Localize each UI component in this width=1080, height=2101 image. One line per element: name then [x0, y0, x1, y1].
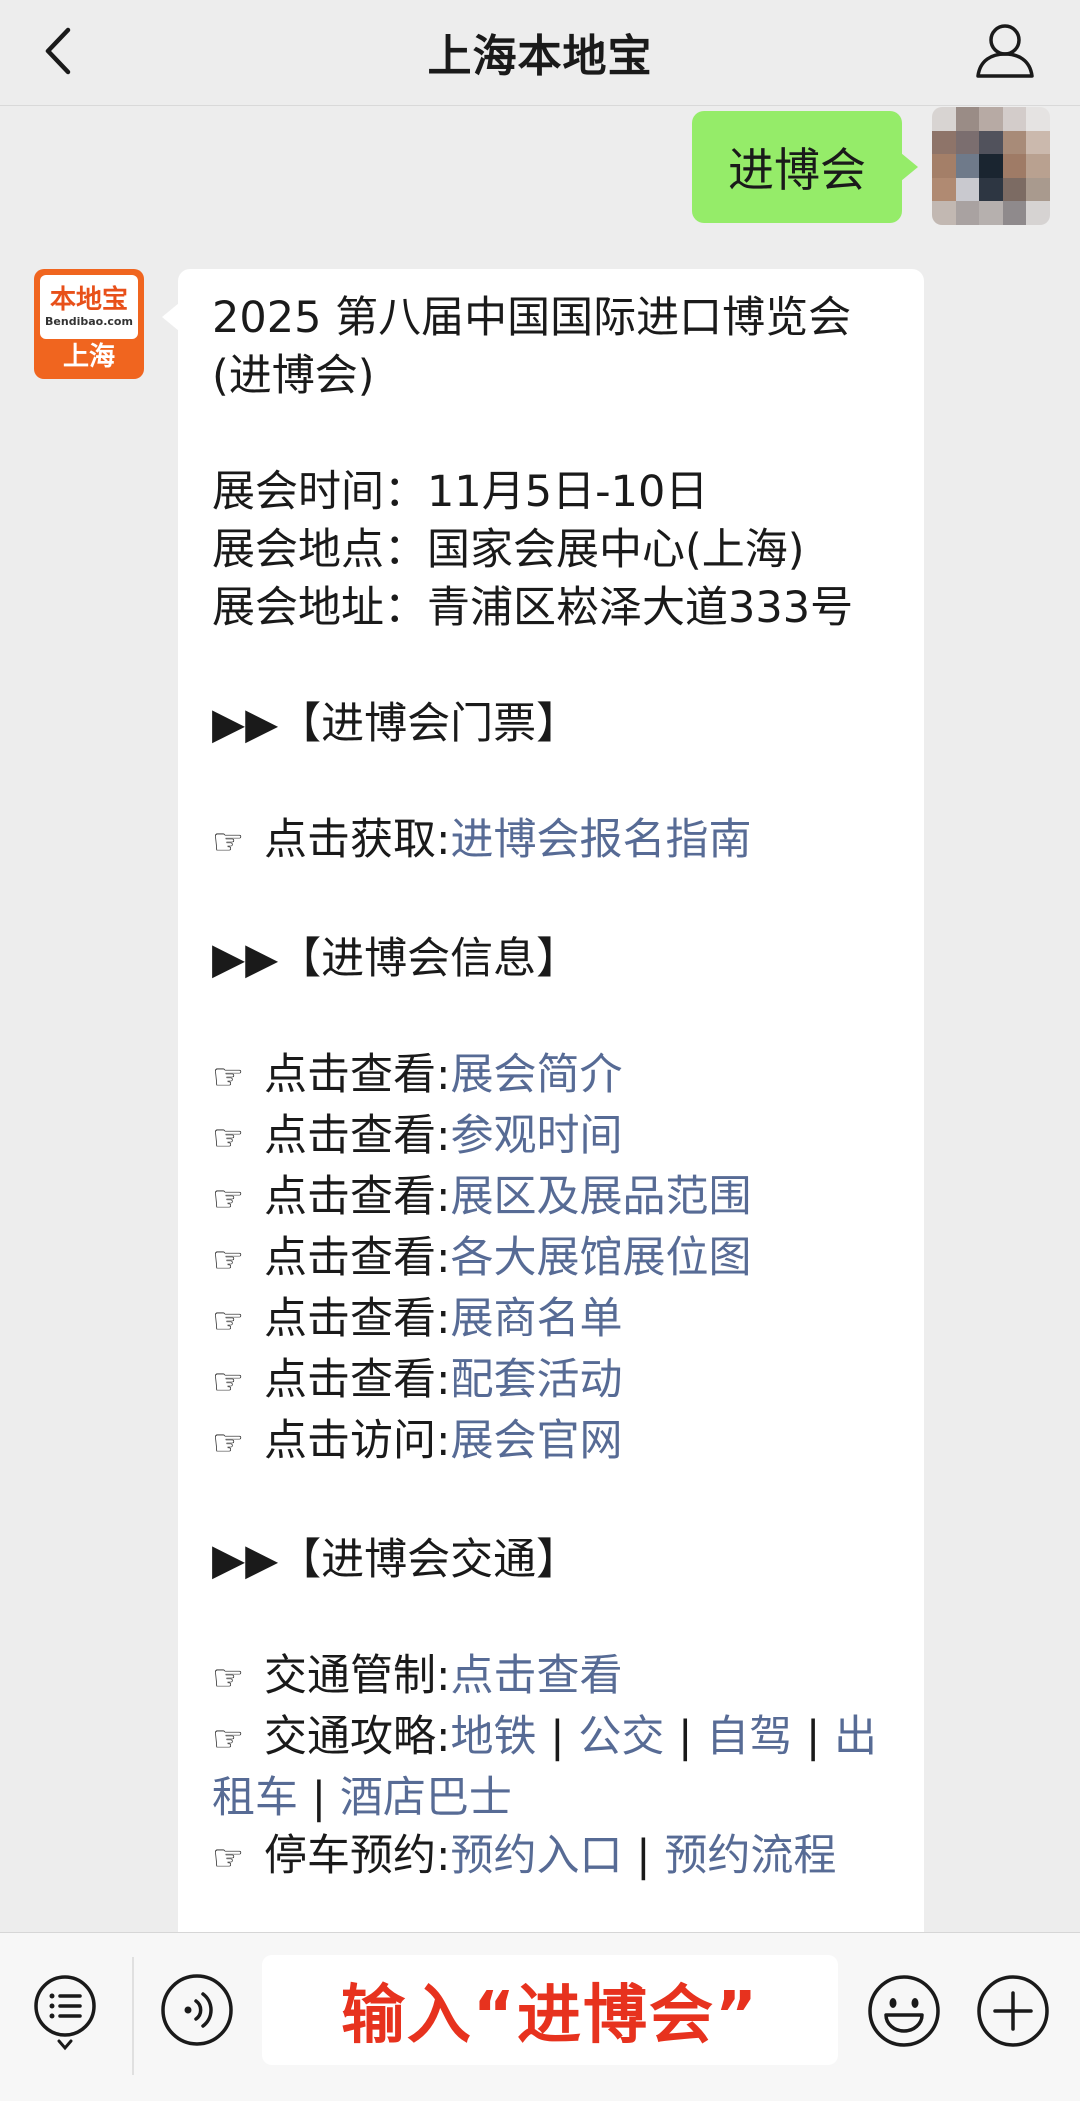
info-label: 点击查看: — [264, 1355, 451, 1405]
bar-divider — [132, 1957, 134, 2075]
pointing-hand-icon: ☞ — [212, 1118, 245, 1159]
traffic-control-label: 交通管制: — [264, 1651, 451, 1701]
ticket-label: 点击获取: — [264, 815, 451, 865]
ticket-row: ☞ 点击获取:进博会报名指南 — [212, 811, 894, 872]
page-title: 上海本地宝 — [427, 31, 653, 82]
info-link[interactable]: 展会简介 — [451, 1050, 623, 1100]
user-avatar[interactable] — [932, 107, 1050, 225]
pointing-hand-icon: ☞ — [212, 1719, 245, 1760]
info-link-list: ☞ 点击查看:展会简介 ☞ 点击查看:参观时间 ☞ 点击查看:展区及展品范围 ☞ 点击查看:各… — [212, 1046, 894, 1473]
message-title: 2025 第八届中国国际进口博览会(进博会) — [212, 293, 852, 401]
incoming-message-bubble: 2025 第八届中国国际进口博览会(进博会) 展会时间：11月5日-10日 展会… — [162, 269, 924, 1932]
menu-button[interactable] — [30, 1973, 100, 2053]
profile-icon — [976, 24, 1034, 78]
traffic-control-row: ☞ 交通管制:点击查看 — [212, 1647, 894, 1708]
info-link[interactable]: 配套活动 — [451, 1355, 623, 1405]
voice-icon — [161, 1974, 233, 2046]
info-label: 点击查看: — [264, 1233, 451, 1283]
outgoing-message-bubble[interactable]: 进博会 — [692, 111, 918, 223]
traffic-guide-label: 交通攻略: — [264, 1712, 451, 1762]
expo-time: 展会时间：11月5日-10日 — [212, 467, 709, 517]
more-button[interactable] — [975, 1973, 1051, 2049]
section-info-heading: ▶▶【进博会信息】 — [212, 934, 580, 984]
pointing-hand-icon: ☞ — [212, 1658, 245, 1699]
info-row: ☞ 点击查看:各大展馆展位图 — [212, 1229, 894, 1290]
info-row: ☞ 点击查看:展区及展品范围 — [212, 1168, 894, 1229]
parking-entry-link[interactable]: 预约入口 — [451, 1831, 623, 1881]
pointing-hand-icon: ☞ — [212, 1838, 245, 1879]
info-row: ☞ 点击查看:展会简介 — [212, 1046, 894, 1107]
traffic-guide-row: ☞ 交通攻略:地铁 | 公交 | 自驾 | 出租车 | 酒店巴士 — [212, 1712, 877, 1823]
chat-area[interactable]: 进博会 本地宝 Bendibao.com 上海 2025 第八届中国国际进口博览… — [0, 107, 1080, 1932]
plus-icon — [977, 1975, 1049, 2047]
menu-list-icon — [34, 1975, 96, 2051]
info-label: 点击查看: — [264, 1050, 451, 1100]
message-input[interactable]: 输入“进博会” — [262, 1955, 838, 2065]
profile-button[interactable] — [970, 16, 1040, 86]
traffic-control-link[interactable]: 点击查看 — [451, 1651, 623, 1701]
pointing-hand-icon: ☞ — [212, 1362, 245, 1403]
parking-process-link[interactable]: 预约流程 — [664, 1831, 836, 1881]
bendibao-avatar[interactable]: 本地宝 Bendibao.com 上海 — [34, 269, 144, 379]
bottom-input-bar: 输入“进博会” — [0, 1932, 1080, 2101]
info-link[interactable]: 展商名单 — [451, 1294, 623, 1344]
pointing-hand-icon: ☞ — [212, 1423, 245, 1464]
pointing-hand-icon: ☞ — [212, 822, 245, 863]
info-row: ☞ 点击查看:配套活动 — [212, 1351, 894, 1412]
expo-venue: 展会地点：国家会展中心(上海) — [212, 525, 805, 575]
emoji-icon — [868, 1975, 940, 2047]
bendibao-logo: 本地宝 Bendibao.com — [40, 275, 138, 339]
avatar-city-label: 上海 — [62, 342, 115, 372]
traffic-link-metro[interactable]: 地铁 — [451, 1712, 537, 1762]
info-link[interactable]: 展会官网 — [451, 1416, 623, 1466]
voice-button[interactable] — [160, 1973, 234, 2047]
expo-address: 展会地址：青浦区崧泽大道333号 — [212, 583, 854, 633]
pointing-hand-icon: ☞ — [212, 1240, 245, 1281]
outgoing-message-text: 进博会 — [728, 143, 866, 197]
parking-label: 停车预约: — [264, 1831, 451, 1881]
info-label: 点击查看: — [264, 1111, 451, 1161]
section-traffic-heading: ▶▶【进博会交通】 — [212, 1535, 580, 1585]
traffic-link-hotel-bus[interactable]: 酒店巴士 — [340, 1773, 512, 1823]
traffic-link-bus[interactable]: 公交 — [578, 1712, 664, 1762]
info-label: 点击查看: — [264, 1294, 451, 1344]
parking-row: ☞ 停车预约:预约入口 | 预约流程 — [212, 1827, 894, 1888]
emoji-button[interactable] — [866, 1973, 942, 2049]
top-bar: 上海本地宝 — [0, 0, 1080, 106]
info-label: 点击访问: — [264, 1416, 451, 1466]
traffic-link-driving[interactable]: 自驾 — [706, 1712, 792, 1762]
ticket-guide-link[interactable]: 进博会报名指南 — [451, 815, 752, 865]
section-tickets-heading: ▶▶【进博会门票】 — [212, 699, 580, 749]
info-row: ☞ 点击访问:展会官网 — [212, 1412, 894, 1473]
info-row: ☞ 点击查看:参观时间 — [212, 1107, 894, 1168]
pointing-hand-icon: ☞ — [212, 1057, 245, 1098]
info-link[interactable]: 展区及展品范围 — [451, 1172, 752, 1222]
info-link[interactable]: 各大展馆展位图 — [451, 1233, 752, 1283]
info-label: 点击查看: — [264, 1172, 451, 1222]
info-link[interactable]: 参观时间 — [451, 1111, 623, 1161]
pointing-hand-icon: ☞ — [212, 1179, 245, 1220]
pointing-hand-icon: ☞ — [212, 1301, 245, 1342]
info-row: ☞ 点击查看:展商名单 — [212, 1290, 894, 1351]
